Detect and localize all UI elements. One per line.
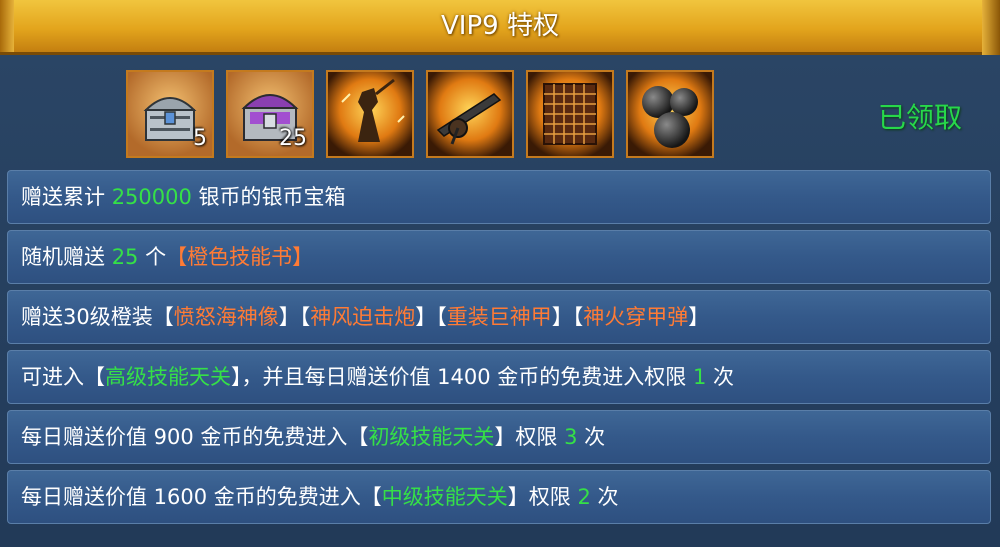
reward-item-heavy-armor[interactable] [526,70,614,158]
benefit-text: 次 [706,365,735,389]
benefit-text: 】，并且每日赠送价值 1400 金币的免费进入权限 [231,365,693,389]
benefit-text: 次 [590,485,619,509]
reward-item-sea-god-statue[interactable] [326,70,414,158]
benefit-value: 2 [577,485,591,509]
benefit-text: 赠送30级橙装【 [21,305,174,329]
benefit-text: 银币的银币宝箱 [191,185,346,209]
benefit-text: 】【 [551,305,584,329]
item-count: 25 [279,126,307,151]
reward-item-purple-chest[interactable]: 25 [226,70,314,158]
claimed-status: 已领取 [878,101,963,134]
sea-god-statue-icon [328,72,412,156]
heavy-armor-icon [528,72,612,156]
benefit-value: 25 [111,245,139,269]
mortar-cannon-icon [428,72,512,156]
benefit-dungeon-name: 初级技能天关 [368,425,495,449]
benefit-row: 赠送累计 250000 银币的银币宝箱 [7,170,991,224]
benefit-row: 赠送30级橙装【愤怒海神像】【神风迫击炮】【重装巨神甲】【神火穿甲弹】 [7,290,991,344]
benefit-item-name: 【橙色技能书】 [166,245,314,269]
benefit-text: 】【 [278,305,311,329]
benefit-row: 可进入【高级技能天关】，并且每日赠送价值 1400 金币的免费进入权限 1 次 [7,350,991,404]
benefit-value: 1 [692,365,707,389]
benefit-dungeon-name: 中级技能天关 [381,485,508,509]
benefit-item-name: 神风迫击炮 [310,305,416,329]
benefit-row: 每日赠送价值 1600 金币的免费进入【中级技能天关】权限 2 次 [7,470,991,524]
benefit-text: 每日赠送价值 1600 金币的免费进入【 [21,485,382,509]
benefit-list: 赠送累计 250000 银币的银币宝箱 随机赠送 25 个【橙色技能书】 赠送3… [7,170,991,530]
reward-items: 5 25 [126,70,714,160]
benefit-text: 可进入【 [21,365,105,389]
cannonball-icon [628,72,712,156]
benefit-text: 每日赠送价值 900 金币的免费进入【 [21,425,369,449]
benefit-item-name: 愤怒海神像 [173,305,279,329]
benefit-row: 每日赠送价值 900 金币的免费进入【初级技能天关】权限 3 次 [7,410,991,464]
item-count: 5 [193,126,207,151]
benefit-value: 3 [564,425,578,449]
benefit-dungeon-name: 高级技能天关 [105,365,231,389]
benefit-text: 】权限 [507,485,578,509]
benefit-text: 赠送累计 [21,185,112,209]
reward-item-silver-chest[interactable]: 5 [126,70,214,158]
benefit-text: 个 [138,245,167,269]
benefit-item-name: 重装巨神甲 [446,305,552,329]
benefit-text: 】 [688,305,710,329]
benefit-text: 】【 [415,305,447,329]
benefit-item-name: 神火穿甲弹 [583,305,689,329]
benefit-text: 】权限 [494,425,565,449]
benefit-text: 随机赠送 [21,245,112,269]
benefit-value: 250000 [111,185,192,209]
benefit-text: 次 [577,425,606,449]
page-title: VIP9 特权 [441,11,559,41]
benefit-row: 随机赠送 25 个【橙色技能书】 [7,230,991,284]
title-bar: VIP9 特权 [0,0,1000,60]
reward-item-mortar-cannon[interactable] [426,70,514,158]
reward-item-cannonball[interactable] [626,70,714,158]
